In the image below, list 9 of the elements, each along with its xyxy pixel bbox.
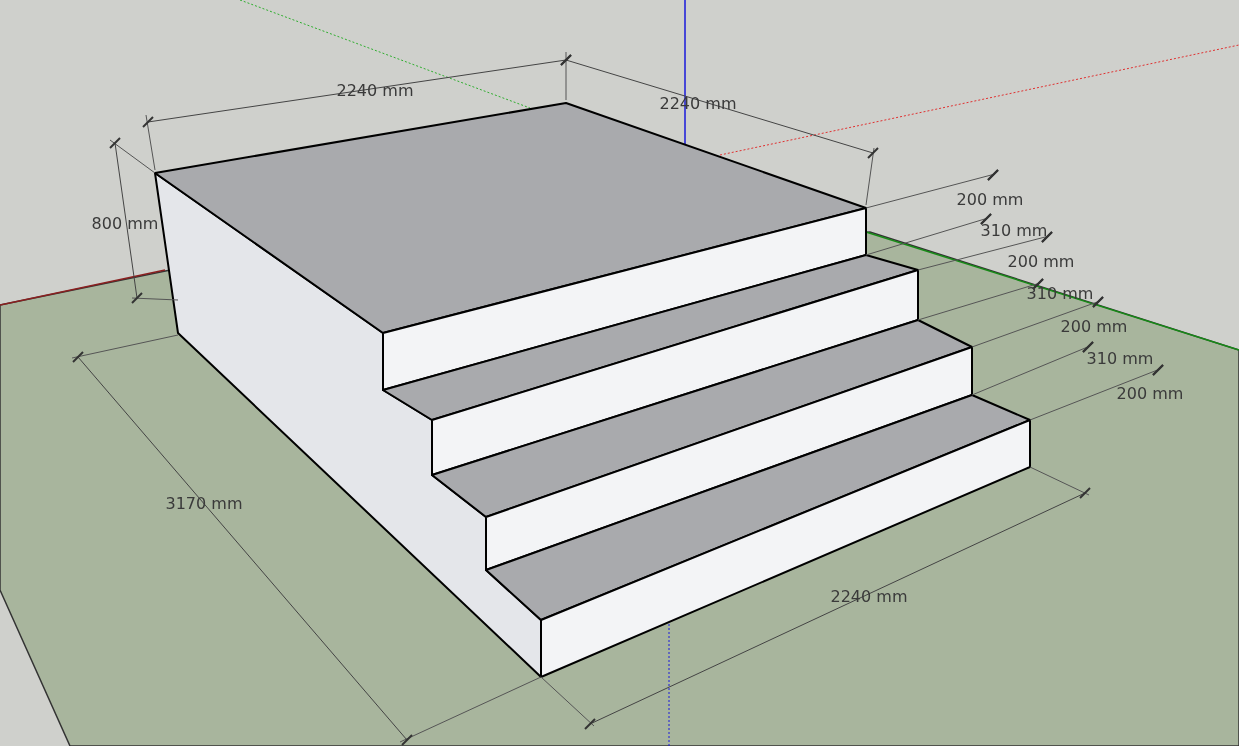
dimension-label: 200 mm [1007,252,1075,271]
dimension-label: 200 mm [1116,384,1184,403]
dimension-label: 3170 mm [165,494,243,513]
dimension-label: 200 mm [1060,317,1128,336]
dimension-label: 310 mm [1086,349,1154,368]
dimension-label: 310 mm [1026,284,1094,303]
dimension-label: 310 mm [980,221,1048,240]
dimension-label: 200 mm [956,190,1024,209]
dimension-label: 800 mm [91,214,159,233]
